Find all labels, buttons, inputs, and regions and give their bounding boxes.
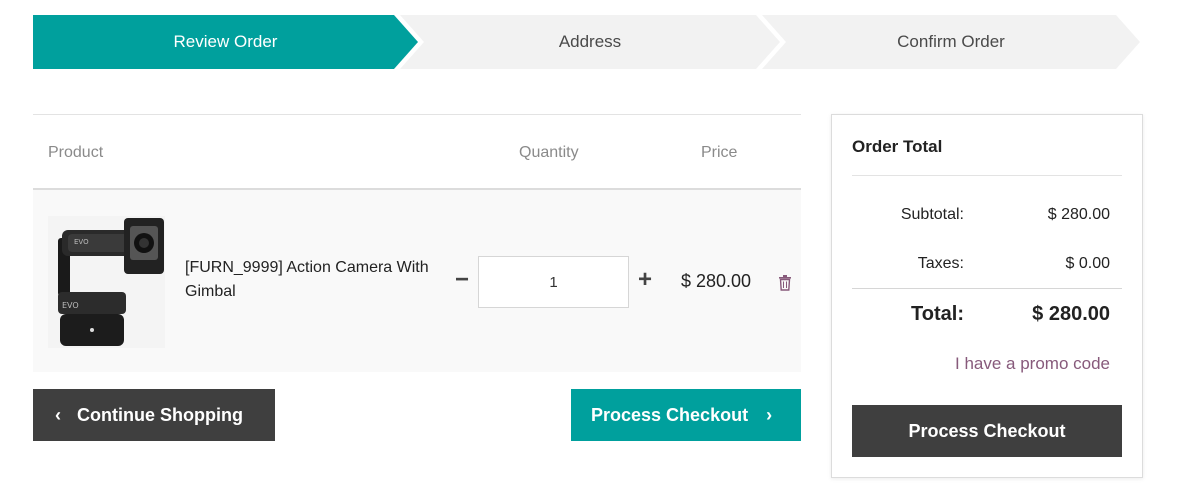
line-price: $ 280.00	[681, 271, 752, 291]
promo-code-link[interactable]: I have a promo code	[955, 354, 1110, 374]
svg-text:EVO: EVO	[74, 238, 89, 246]
process-checkout-label: Process Checkout	[591, 404, 749, 425]
divider	[852, 175, 1122, 176]
order-total-panel: Order Total Subtotal: $ 280.00 Taxes: $ …	[831, 114, 1143, 478]
action-camera-gimbal-icon: EVO EVO	[48, 216, 165, 348]
subtotal-label: Subtotal:	[900, 206, 964, 223]
continue-shopping-label: Continue Shopping	[77, 404, 243, 425]
step-address-label: Address	[558, 32, 622, 51]
step-confirm-order[interactable]: Confirm Order	[762, 15, 1140, 69]
order-total-title: Order Total	[852, 137, 943, 156]
step-address[interactable]: Address	[400, 15, 780, 69]
total-value: $ 280.00	[1032, 303, 1110, 325]
subtotal-value: $ 280.00	[1047, 206, 1110, 223]
taxes-label: Taxes:	[917, 255, 964, 272]
step-review-label: Review Order	[173, 32, 278, 51]
step-review-order[interactable]: Review Order	[33, 15, 418, 69]
continue-shopping-button[interactable]: ‹ Continue Shopping	[33, 389, 275, 441]
taxes-value: $ 0.00	[1065, 255, 1110, 272]
header-quantity: Quantity	[519, 144, 579, 161]
chevron-right-icon: ›	[766, 404, 773, 425]
total-label: Total:	[911, 303, 964, 325]
trash-icon[interactable]	[778, 275, 792, 291]
quantity-decrease-button[interactable]: −	[452, 268, 472, 292]
checkout-progress: Review Order Address Confirm Order	[33, 15, 1140, 69]
process-checkout-button[interactable]: Process Checkout ›	[571, 389, 801, 441]
product-image[interactable]: EVO EVO	[48, 216, 165, 348]
quantity-input[interactable]	[478, 256, 629, 308]
product-name[interactable]: [FURN_9999] Action Camera With Gimbal	[185, 256, 445, 304]
header-product: Product	[48, 144, 104, 161]
divider	[852, 288, 1122, 289]
quantity-increase-button[interactable]: +	[634, 268, 656, 292]
cart-table: Product Quantity Price EVO EVO [FURN_999…	[33, 114, 801, 372]
chevron-left-icon: ‹	[55, 404, 61, 425]
step-confirm-label: Confirm Order	[897, 32, 1005, 51]
header-price: Price	[701, 144, 738, 161]
summary-process-checkout-button[interactable]: Process Checkout	[852, 405, 1122, 457]
cart-header: Product Quantity Price	[33, 114, 801, 190]
svg-text:EVO: EVO	[62, 301, 79, 310]
cart-line: EVO EVO [FURN_9999] Action Camera With G…	[33, 190, 801, 372]
